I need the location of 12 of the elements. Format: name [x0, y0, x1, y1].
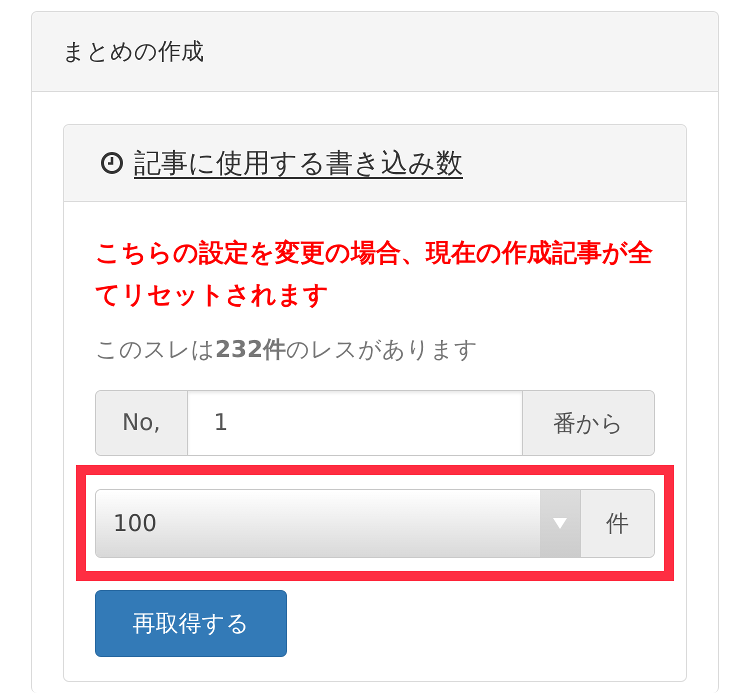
post-count-text: このスレは232件のレスがあります: [95, 336, 480, 365]
panel-title: まとめの作成: [62, 38, 204, 67]
suffix-label: 番から: [522, 391, 654, 455]
unit-label: 件: [580, 490, 654, 557]
clock-icon: [100, 151, 124, 175]
refetch-button[interactable]: 再取得する: [95, 590, 287, 657]
count-dropdown[interactable]: 100: [96, 490, 580, 557]
caret-icon: [553, 518, 567, 529]
start-number-field[interactable]: No, 1 番から: [95, 390, 655, 456]
prefix-label: No,: [96, 391, 188, 455]
warning-text: こちらの設定を変更の場合、現在の作成記事が全てリセットされます: [95, 237, 654, 311]
section-title-link[interactable]: 記事に使用する書き込み数: [134, 145, 463, 181]
